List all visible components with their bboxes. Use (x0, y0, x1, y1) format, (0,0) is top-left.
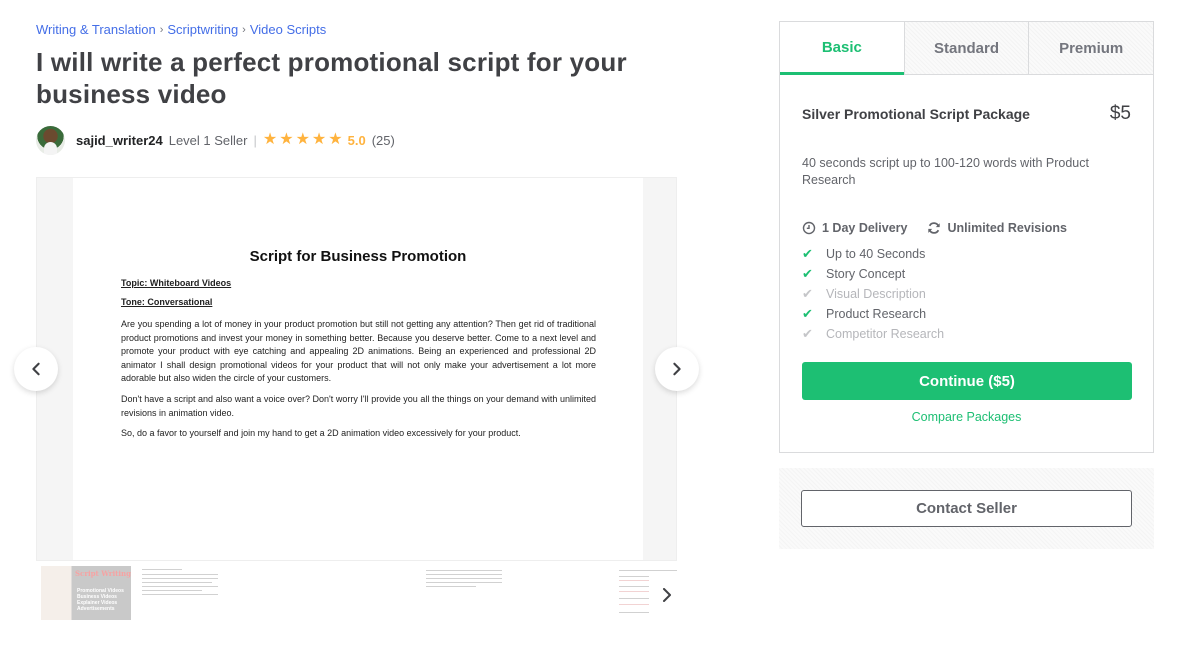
feature-label: Up to 40 Seconds (826, 247, 926, 261)
breadcrumb-video-scripts[interactable]: Video Scripts (250, 22, 326, 37)
seller-level: Level 1 Seller (168, 132, 248, 148)
breadcrumb-separator: › (242, 23, 246, 36)
feature-label: Visual Description (826, 287, 926, 301)
package-meta: 1 Day Delivery Unlimited Revisions (802, 221, 1131, 235)
review-count[interactable]: (25) (372, 133, 395, 148)
thumbnail-list: Promotional Videos Business Videos Expla… (77, 588, 124, 612)
feature-list: ✔ Up to 40 Seconds ✔ Story Concept ✔ Vis… (802, 244, 1131, 344)
breadcrumb: Writing & Translation › Scriptwriting › … (36, 22, 326, 37)
delivery-time: 1 Day Delivery (802, 221, 907, 235)
thumbnail[interactable] (142, 566, 218, 620)
thumbnail-title: Script Writing (75, 569, 131, 578)
feature-label: Story Concept (826, 267, 906, 281)
package-content: Silver Promotional Script Package $5 40 … (780, 103, 1153, 424)
tab-standard[interactable]: Standard (903, 22, 1029, 74)
star-icon: ★ (311, 131, 327, 148)
check-icon: ✔ (802, 246, 813, 261)
thumbnail-list-item: Advertisements (77, 606, 115, 612)
feature-item: ✔ Visual Description (802, 284, 1131, 304)
divider: | (253, 132, 257, 148)
check-icon: ✔ (802, 326, 813, 341)
star-icon: ★ (295, 131, 310, 148)
feature-label: Product Research (826, 307, 927, 321)
seller-overview: sajid_writer24 Level 1 Seller | ★ ★ ★ ★ … (36, 125, 395, 155)
tab-premium[interactable]: Premium (1028, 22, 1154, 74)
contact-seller-button[interactable]: Contact Seller (801, 490, 1132, 527)
thumbnail[interactable] (426, 566, 502, 620)
feature-label: Competitor Research (826, 327, 945, 341)
slide-heading: Script for Business Promotion (249, 248, 467, 265)
thumbnail[interactable]: Script Writing Promotional Videos Busine… (41, 566, 131, 620)
gig-title: I will write a perfect promotional scrip… (36, 47, 627, 109)
slide-topic: Topic: Whiteboard Videos (121, 278, 232, 288)
gig-gallery: Script for Business Promotion Topic: Whi… (36, 177, 677, 561)
star-icon: ★ (262, 131, 278, 148)
continue-button[interactable]: Continue ($5) (802, 362, 1132, 400)
package-description: 40 seconds script up to 100-120 words wi… (802, 156, 1089, 187)
thumbnails-next-button[interactable] (662, 588, 672, 607)
package-name: Silver Promotional Script Package (802, 106, 1030, 122)
feature-item: ✔ Competitor Research (802, 324, 1131, 344)
package-header: Silver Promotional Script Package $5 (802, 103, 1131, 125)
package-price: $5 (1109, 103, 1131, 124)
check-icon: ✔ (802, 286, 813, 301)
revisions: Unlimited Revisions (927, 221, 1067, 235)
slide-paragraph: Are you spending a lot of money in your … (121, 319, 596, 383)
contact-seller-card: Contact Seller (779, 468, 1154, 549)
feature-item: ✔ Story Concept (802, 264, 1131, 284)
seller-username[interactable]: sajid_writer24 (76, 133, 163, 148)
breadcrumb-separator: › (159, 23, 164, 36)
rating-stars: ★ ★ ★ ★ ★ (263, 132, 343, 148)
tab-basic[interactable]: Basic (780, 22, 904, 75)
compare-packages-link[interactable]: Compare Packages (802, 410, 1131, 424)
gallery-prev-button[interactable] (14, 347, 58, 391)
feature-item: ✔ Up to 40 Seconds (802, 244, 1131, 264)
clock-icon (802, 221, 816, 235)
check-icon: ✔ (802, 266, 813, 281)
breadcrumb-writing-translation[interactable]: Writing & Translation (36, 22, 156, 37)
slide-paragraph: Don't have a script and also want a voic… (121, 394, 596, 418)
star-icon: ★ (279, 131, 294, 148)
breadcrumb-scriptwriting[interactable]: Scriptwriting (167, 22, 238, 37)
slide-paragraph: So, do a favor to yourself and join my h… (121, 428, 521, 438)
packages-card: Basic Standard Premium Silver Promotiona… (779, 21, 1154, 453)
slide-tone: Tone: Conversational (121, 297, 213, 307)
chevron-left-icon (32, 362, 40, 376)
chevron-right-icon (663, 588, 671, 602)
star-icon: ★ (328, 131, 343, 148)
gallery-thumbnails: Script Writing Promotional Videos Busine… (36, 564, 678, 622)
refresh-icon (928, 222, 941, 234)
gallery-next-button[interactable] (655, 347, 699, 391)
rating-score: 5.0 (347, 132, 366, 148)
package-tabs: Basic Standard Premium (780, 22, 1154, 75)
chevron-right-icon (673, 362, 681, 376)
check-icon: ✔ (802, 306, 813, 321)
feature-item: ✔ Product Research (802, 304, 1131, 324)
revisions-label: Unlimited Revisions (947, 221, 1067, 235)
seller-avatar[interactable] (36, 125, 65, 155)
gallery-slide[interactable]: Script for Business Promotion Topic: Whi… (73, 178, 643, 560)
delivery-label: 1 Day Delivery (822, 221, 908, 235)
